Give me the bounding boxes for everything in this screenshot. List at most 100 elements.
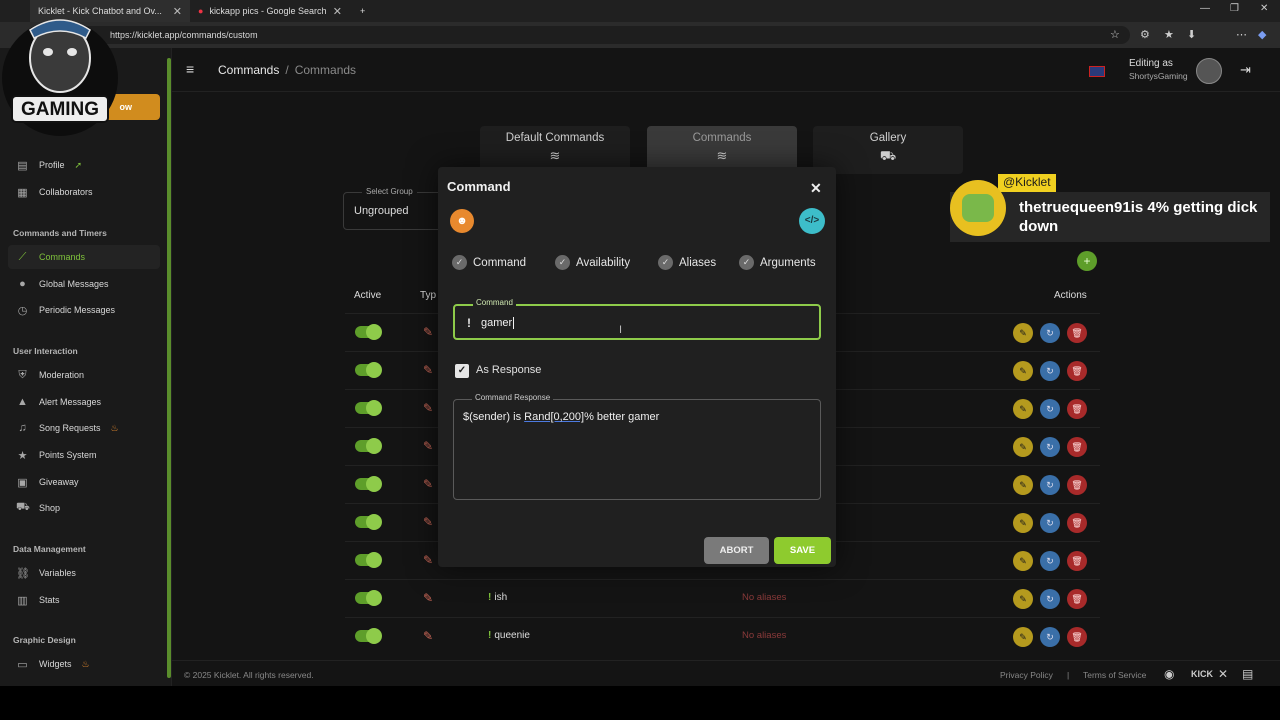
sidebar-scrollbar[interactable]: [167, 58, 171, 678]
sidebar-item-alert-messages[interactable]: ▲ Alert Messages: [8, 390, 160, 414]
edit-button[interactable]: ✎: [1013, 323, 1033, 343]
privacy-link[interactable]: Privacy Policy: [1000, 670, 1053, 680]
active-toggle[interactable]: [355, 438, 382, 454]
refresh-button[interactable]: ↻: [1040, 627, 1060, 647]
kick-link[interactable]: KICK: [1191, 669, 1213, 679]
select-group-value: Ungrouped: [354, 205, 409, 217]
refresh-button[interactable]: ↻: [1040, 551, 1060, 571]
active-toggle[interactable]: [355, 324, 382, 340]
abort-button[interactable]: ABORT: [704, 537, 769, 564]
x-icon[interactable]: ✕: [1218, 667, 1228, 681]
code-button[interactable]: </>: [799, 208, 825, 234]
logout-icon[interactable]: ⇥: [1240, 62, 1251, 78]
delete-button[interactable]: 🗑: [1067, 589, 1087, 609]
maximize-icon[interactable]: ❐: [1230, 3, 1239, 14]
active-toggle[interactable]: [355, 590, 382, 606]
docs-icon[interactable]: ▤: [1242, 667, 1253, 681]
edit-button[interactable]: ✎: [1013, 589, 1033, 609]
star-icon[interactable]: ☆: [1110, 28, 1120, 41]
copilot-icon[interactable]: ◆: [1258, 28, 1266, 41]
language-flag-icon[interactable]: [1089, 66, 1105, 77]
edit-button[interactable]: ✎: [1013, 475, 1033, 495]
avatar[interactable]: [1196, 58, 1222, 84]
refresh-button[interactable]: ↻: [1040, 323, 1060, 343]
save-button[interactable]: SAVE: [774, 537, 831, 564]
active-toggle[interactable]: [355, 628, 382, 644]
emoji-button[interactable]: ☻: [450, 209, 474, 233]
delete-button[interactable]: 🗑: [1067, 551, 1087, 571]
active-toggle[interactable]: [355, 514, 382, 530]
more-icon[interactable]: ⋯: [1236, 28, 1247, 41]
terms-link[interactable]: Terms of Service: [1083, 670, 1146, 680]
delete-button[interactable]: 🗑: [1067, 627, 1087, 647]
refresh-button[interactable]: ↻: [1040, 475, 1060, 495]
sidebar-item-giveaway[interactable]: ▣ Giveaway: [8, 470, 160, 494]
url-field[interactable]: https://kicklet.app/commands/custom: [40, 26, 1130, 44]
check-icon: ✓: [658, 255, 673, 270]
tab-command[interactable]: ✓ Command: [452, 255, 526, 270]
refresh-button[interactable]: ↻: [1040, 513, 1060, 533]
sidebar-item-profile[interactable]: ▤ Profile ➚: [8, 153, 160, 177]
sidebar-item-moderation[interactable]: ⛨ Moderation: [8, 363, 160, 387]
close-icon[interactable]: ✕: [333, 5, 342, 18]
new-tab-button[interactable]: +: [352, 0, 372, 22]
edit-button[interactable]: ✎: [1013, 399, 1033, 419]
edit-button[interactable]: ✎: [1013, 627, 1033, 647]
sidebar-item-stats[interactable]: ▥ Stats: [8, 588, 160, 612]
active-toggle[interactable]: [355, 552, 382, 568]
edit-button[interactable]: ✎: [1013, 551, 1033, 571]
check-icon: ✓: [739, 255, 754, 270]
refresh-button[interactable]: ↻: [1040, 589, 1060, 609]
sidebar-item-commands[interactable]: ⟋ Commands: [8, 245, 160, 269]
edit-button[interactable]: ✎: [1013, 513, 1033, 533]
active-toggle[interactable]: [355, 400, 382, 416]
download-icon[interactable]: ⬇: [1187, 28, 1196, 41]
delete-button[interactable]: 🗑: [1067, 361, 1087, 381]
command-input[interactable]: Command ! gamer: [453, 298, 821, 340]
refresh-button[interactable]: ↻: [1040, 437, 1060, 457]
tab-arguments[interactable]: ✓ Arguments: [739, 255, 816, 270]
tab-aliases[interactable]: ✓ Aliases: [658, 255, 716, 270]
app: ow ▤ Profile ➚ ▦ Collaborators Commands …: [0, 48, 1280, 686]
sidebar-item-widgets[interactable]: ▭ Widgets ♨: [8, 652, 160, 676]
tab-availability[interactable]: ✓ Availability: [555, 255, 630, 270]
refresh-button[interactable]: ↻: [1040, 399, 1060, 419]
add-command-button[interactable]: +: [1077, 251, 1097, 271]
tab-google[interactable]: ● kickapp pics - Google Search ✕: [190, 0, 350, 22]
extension-icon[interactable]: ⚙: [1140, 28, 1150, 41]
sidebar-item-global-messages[interactable]: ● Global Messages: [8, 272, 160, 296]
active-toggle[interactable]: [355, 362, 382, 378]
active-toggle[interactable]: [355, 476, 382, 492]
breadcrumb-root[interactable]: Commands: [218, 63, 279, 77]
sidebar-item-label: Song Requests: [39, 423, 101, 433]
delete-button[interactable]: 🗑: [1067, 475, 1087, 495]
discord-icon[interactable]: ◉: [1164, 667, 1174, 681]
sidebar-item-points-system[interactable]: ★ Points System: [8, 443, 160, 467]
delete-button[interactable]: 🗑: [1067, 513, 1087, 533]
delete-button[interactable]: 🗑: [1067, 399, 1087, 419]
sidebar-item-collaborators[interactable]: ▦ Collaborators: [8, 180, 160, 204]
favorites-icon[interactable]: ★: [1164, 28, 1174, 41]
sidebar-item-shop[interactable]: ⛟ Shop: [8, 496, 160, 520]
command-response-textarea[interactable]: Command Response $(sender) is Rand[0,200…: [453, 393, 821, 500]
sidebar-item-periodic-messages[interactable]: ◷ Periodic Messages: [8, 298, 160, 322]
section-data-management: Data Management: [13, 544, 86, 554]
window-close-icon[interactable]: ✕: [1260, 3, 1268, 14]
edit-button[interactable]: ✎: [1013, 437, 1033, 457]
select-group[interactable]: Select Group Ungrouped: [343, 187, 443, 230]
tab-gallery[interactable]: Gallery ⛟: [813, 126, 963, 174]
close-icon[interactable]: ✕: [173, 5, 182, 18]
sidebar-item-label: Giveaway: [39, 477, 79, 487]
menu-toggle-icon[interactable]: ≡: [186, 61, 194, 77]
as-response-checkbox[interactable]: ✓: [455, 364, 469, 378]
sidebar-item-label: Moderation: [39, 370, 85, 380]
edit-button[interactable]: ✎: [1013, 361, 1033, 381]
sidebar-item-song-requests[interactable]: ♫ Song Requests ♨: [8, 416, 160, 440]
refresh-button[interactable]: ↻: [1040, 361, 1060, 381]
delete-button[interactable]: 🗑: [1067, 323, 1087, 343]
minimize-icon[interactable]: —: [1200, 3, 1210, 14]
fire-icon: ♨: [81, 658, 90, 669]
sidebar-item-variables[interactable]: ⛓ Variables: [8, 561, 160, 585]
delete-button[interactable]: 🗑: [1067, 437, 1087, 457]
close-icon[interactable]: ✕: [810, 180, 822, 197]
